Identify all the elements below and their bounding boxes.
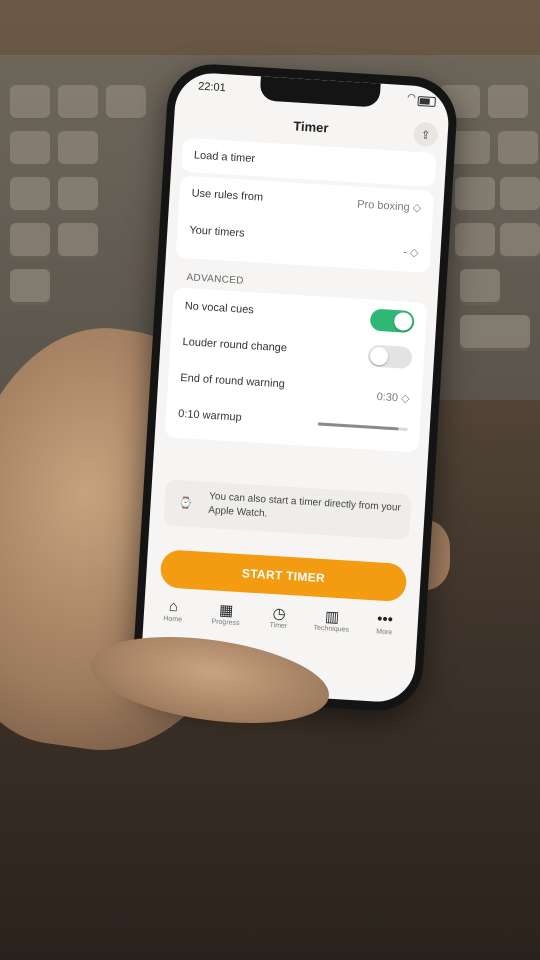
your-timers-row[interactable]: Your timers - ◇ <box>189 224 419 259</box>
share-icon: ⇪ <box>420 128 431 142</box>
tab-more[interactable]: ••• More <box>359 609 410 637</box>
home-icon: ⌂ <box>168 597 179 616</box>
use-rules-row[interactable]: Use rules from Pro boxing ◇ <box>191 187 422 214</box>
use-rules-label: Use rules from <box>191 187 264 204</box>
stopwatch-icon: ◷ <box>272 605 287 623</box>
tab-progress[interactable]: ▦ Progress <box>200 600 251 628</box>
use-rules-picker[interactable]: Pro boxing ◇ <box>357 197 422 214</box>
your-timers-picker[interactable]: - ◇ <box>403 245 419 259</box>
share-button[interactable]: ⇪ <box>412 121 439 148</box>
tab-timer[interactable]: ◷ Timer <box>253 603 304 631</box>
phone-screen: 22:01 ◠ Timer ⇪ Load a timer Use rules f… <box>139 71 451 704</box>
wifi-icon: ◠ <box>406 92 417 104</box>
load-timer-row[interactable]: Load a timer <box>194 149 424 175</box>
warmup-row: 0:10 warmup <box>178 408 408 434</box>
tab-techniques-label: Techniques <box>313 624 350 634</box>
your-timers-label: Your timers <box>189 224 245 240</box>
tab-progress-label: Progress <box>211 618 240 628</box>
load-timer-label: Load a timer <box>193 149 256 166</box>
end-warning-label: End of round warning <box>180 371 286 391</box>
ellipsis-icon: ••• <box>376 610 394 629</box>
tab-techniques[interactable]: ▥ Techniques <box>306 606 357 634</box>
tab-timer-label: Timer <box>269 621 288 630</box>
battery-icon <box>417 95 436 108</box>
warmup-label: 0:10 warmup <box>177 407 243 424</box>
tab-home-label: Home <box>163 615 183 624</box>
watch-note: ⌚ You can also start a timer directly fr… <box>163 479 412 541</box>
status-time: 22:01 <box>197 80 227 95</box>
louder-round-change-row: Louder round change <box>182 336 413 370</box>
no-vocal-cues-label: No vocal cues <box>184 300 255 317</box>
rules-group: Use rules from Pro boxing ◇ Your timers … <box>175 175 435 273</box>
louder-round-change-toggle[interactable] <box>367 344 413 370</box>
phone: 22:01 ◠ Timer ⇪ Load a timer Use rules f… <box>130 61 460 714</box>
louder-round-change-label: Louder round change <box>182 336 288 355</box>
watch-note-text: You can also start a timer directly from… <box>207 490 402 520</box>
no-vocal-cues-row: No vocal cues <box>184 300 415 334</box>
end-warning-row[interactable]: End of round warning 0:30 ◇ <box>180 371 410 405</box>
tab-home[interactable]: ⌂ Home <box>147 596 198 624</box>
advanced-group: No vocal cues Louder round change End of… <box>164 287 428 453</box>
watch-icon: ⌚ <box>178 497 193 510</box>
calendar-icon: ▦ <box>218 601 234 620</box>
page-title: Timer <box>292 118 329 136</box>
warmup-slider[interactable] <box>317 422 408 431</box>
warmup-slider-fill <box>317 422 399 431</box>
no-vocal-cues-toggle[interactable] <box>369 308 415 334</box>
advanced-section-label: ADVANCED <box>186 272 244 287</box>
tab-more-label: More <box>376 628 393 637</box>
end-warning-picker[interactable]: 0:30 ◇ <box>376 390 410 405</box>
